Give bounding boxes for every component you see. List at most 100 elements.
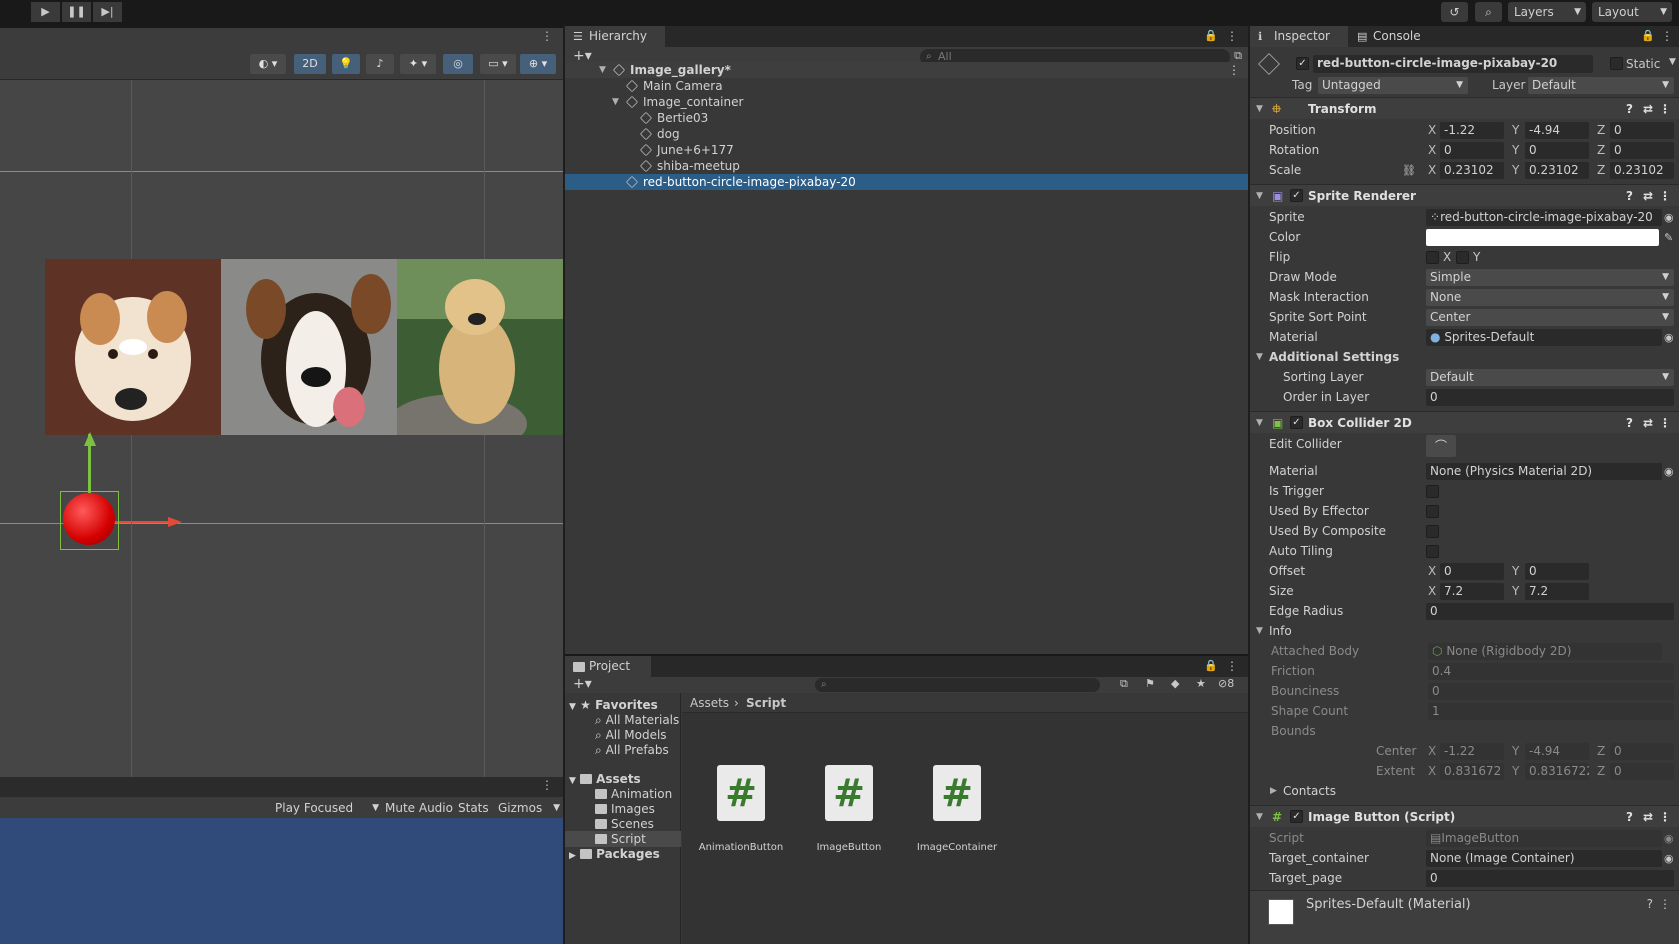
transform-header[interactable]: ▼ ⯐ Transform ? ⇄ ⋮ bbox=[1250, 97, 1679, 119]
favorite-all-prefabs[interactable]: ⌕ All Prefabs bbox=[595, 742, 669, 758]
gizmo-arrow-right-icon[interactable] bbox=[168, 517, 182, 527]
scene-visibility-icon[interactable]: ⧉ bbox=[1234, 49, 1242, 63]
chevron-down-icon[interactable]: ▼ bbox=[1669, 57, 1676, 67]
hierarchy-item-dog[interactable]: dog bbox=[565, 126, 1248, 142]
folder-images[interactable]: Images bbox=[595, 801, 655, 817]
sprite-sort-point-dropdown[interactable]: Center ▼ bbox=[1426, 309, 1674, 326]
mute-audio-toggle[interactable]: Mute Audio bbox=[385, 800, 453, 816]
folder-animation[interactable]: Animation bbox=[595, 786, 672, 802]
box-collider-header[interactable]: ▼ ▣ ✓ Box Collider 2D ? ⇄ ⋮ bbox=[1250, 411, 1679, 433]
mask-interaction-dropdown[interactable]: None ▼ bbox=[1426, 289, 1674, 306]
scene-image-shiba[interactable] bbox=[45, 259, 221, 435]
hidden-packages-icon[interactable]: ⊘8 bbox=[1218, 677, 1234, 690]
expand-arrow-icon[interactable]: ▼ bbox=[612, 94, 619, 110]
static-checkbox[interactable] bbox=[1610, 57, 1623, 70]
used-by-effector-checkbox[interactable] bbox=[1426, 505, 1439, 518]
hierarchy-item-scene[interactable]: ▼ Image_gallery* ⋮ bbox=[565, 62, 1248, 78]
asset-animation-button[interactable]: # AnimationButton bbox=[686, 765, 796, 853]
scene-image-dog[interactable] bbox=[221, 259, 397, 435]
hierarchy-item-image-container[interactable]: ▼ Image_container bbox=[565, 94, 1248, 110]
search-by-type-icon[interactable]: ⧉ bbox=[1120, 677, 1128, 691]
position-x-field[interactable]: -1.22 bbox=[1440, 122, 1504, 139]
enabled-checkbox[interactable]: ✓ bbox=[1290, 416, 1303, 429]
size-y-field[interactable]: 7.2 bbox=[1525, 583, 1589, 600]
effects-dropdown[interactable]: ✦ ▾ bbox=[400, 54, 436, 74]
color-swatch-field[interactable] bbox=[1426, 229, 1659, 246]
rotation-y-field[interactable]: 0 bbox=[1525, 142, 1589, 159]
is-trigger-checkbox[interactable] bbox=[1426, 485, 1439, 498]
play-focused-dropdown[interactable]: Play Focused ▼ bbox=[275, 800, 379, 816]
more-options-icon[interactable]: ⋮ bbox=[541, 29, 553, 43]
label-icon[interactable]: ◆ bbox=[1171, 677, 1179, 690]
active-checkbox[interactable]: ✓ bbox=[1296, 57, 1309, 70]
used-by-composite-checkbox[interactable] bbox=[1426, 525, 1439, 538]
visibility-toggle[interactable]: ◎ bbox=[443, 54, 473, 74]
hierarchy-item-main-camera[interactable]: Main Camera bbox=[565, 78, 1248, 94]
lighting-toggle[interactable]: 💡 bbox=[332, 54, 360, 74]
gizmos-dropdown[interactable]: ⊕ ▾ bbox=[520, 54, 556, 74]
sorting-layer-dropdown[interactable]: Default ▼ bbox=[1426, 369, 1674, 386]
position-y-field[interactable]: -4.94 bbox=[1525, 122, 1589, 139]
hierarchy-item-bertie03[interactable]: Bertie03 bbox=[565, 110, 1248, 126]
help-icon[interactable]: ? bbox=[1626, 185, 1633, 207]
hierarchy-item-red-button[interactable]: red-button-circle-image-pixabay-20 bbox=[565, 174, 1248, 190]
tab-hierarchy[interactable]: ☰ Hierarchy bbox=[565, 26, 665, 47]
tab-inspector[interactable]: ℹ Inspector bbox=[1250, 26, 1348, 47]
more-options-icon[interactable]: ⋮ bbox=[1659, 185, 1671, 207]
layer-dropdown[interactable]: Default ▼ bbox=[1528, 77, 1674, 94]
auto-tiling-checkbox[interactable] bbox=[1426, 545, 1439, 558]
physics-material-field[interactable]: None (Physics Material 2D) bbox=[1426, 463, 1662, 480]
offset-y-field[interactable]: 0 bbox=[1525, 563, 1589, 580]
more-options-icon[interactable]: ⋮ bbox=[1659, 98, 1671, 120]
gizmos-toggle[interactable]: Gizmos ▼ bbox=[498, 800, 560, 816]
more-options-icon[interactable]: ⋮ bbox=[1661, 29, 1673, 43]
flip-y-checkbox[interactable] bbox=[1456, 251, 1469, 264]
hierarchy-item-june[interactable]: June+6+177 bbox=[565, 142, 1248, 158]
material-object-field[interactable]: ● Sprites-Default bbox=[1426, 329, 1662, 346]
undo-history-button[interactable]: ↺ bbox=[1441, 2, 1468, 22]
shading-mode-dropdown[interactable]: ◐ ▾ bbox=[250, 54, 286, 74]
edit-collider-button[interactable]: ⌒ bbox=[1426, 435, 1456, 457]
folder-scenes[interactable]: Scenes bbox=[595, 816, 654, 832]
object-picker-icon[interactable]: ◉ bbox=[1664, 462, 1674, 481]
hierarchy-item-shiba-meetup[interactable]: shiba-meetup bbox=[565, 158, 1248, 174]
rotation-z-field[interactable]: 0 bbox=[1610, 142, 1674, 159]
folder-script[interactable]: Script bbox=[565, 831, 681, 847]
additional-settings-row[interactable]: ▼ Additional Settings bbox=[1250, 348, 1679, 367]
more-options-icon[interactable]: ⋮ bbox=[1226, 29, 1238, 43]
more-options-icon[interactable]: ⋮ bbox=[1659, 897, 1671, 911]
more-options-icon[interactable]: ⋮ bbox=[1659, 412, 1671, 434]
assets-root[interactable]: ▼ Assets bbox=[569, 771, 641, 787]
search-button[interactable]: ⌕ bbox=[1475, 2, 1502, 22]
tab-console[interactable]: ▤ Console bbox=[1349, 26, 1435, 47]
sprite-object-field[interactable]: ⁘red-button-circle-image-pixabay-20 bbox=[1426, 209, 1662, 226]
scene-image-golden-retriever[interactable] bbox=[397, 259, 563, 435]
object-name-field[interactable]: red-button-circle-image-pixabay-20 bbox=[1313, 55, 1593, 73]
scene-view[interactable]: ⋮ ◐ ▾ 2D 💡 ♪ ✦ ▾ ◎ ▭ ▾ ⊕ ▾ bbox=[0, 28, 563, 777]
filter-icon[interactable]: ⚑ bbox=[1145, 677, 1155, 690]
expand-arrow-icon[interactable]: ▼ bbox=[599, 62, 606, 78]
favorite-all-models[interactable]: ⌕ All Models bbox=[595, 727, 667, 743]
play-button[interactable]: ▶ bbox=[31, 2, 60, 22]
tag-dropdown[interactable]: Untagged ▼ bbox=[1318, 77, 1468, 94]
position-z-field[interactable]: 0 bbox=[1610, 122, 1674, 139]
flip-x-checkbox[interactable] bbox=[1426, 251, 1439, 264]
target-container-field[interactable]: None (Image Container) bbox=[1426, 850, 1662, 867]
draw-mode-dropdown[interactable]: Simple ▼ bbox=[1426, 269, 1674, 286]
more-options-icon[interactable]: ⋮ bbox=[541, 778, 553, 792]
packages-root[interactable]: ▶ Packages bbox=[569, 846, 660, 862]
scale-y-field[interactable]: 0.23102 bbox=[1525, 162, 1589, 179]
favorites-header[interactable]: ▼ ★ Favorites bbox=[569, 697, 658, 713]
step-button[interactable]: ▶| bbox=[93, 2, 122, 22]
help-icon[interactable]: ? bbox=[1626, 98, 1633, 120]
order-in-layer-field[interactable]: 0 bbox=[1426, 389, 1674, 406]
project-search-input[interactable]: ⌕ bbox=[815, 678, 1100, 692]
contacts-foldout[interactable]: ▶ Contacts bbox=[1250, 782, 1679, 801]
lock-icon[interactable]: 🔒 bbox=[1641, 29, 1655, 42]
lock-icon[interactable]: 🔒 bbox=[1204, 29, 1218, 42]
breadcrumb-script[interactable]: Script bbox=[746, 696, 786, 710]
enabled-checkbox[interactable]: ✓ bbox=[1290, 189, 1303, 202]
gameobject-cube-icon[interactable] bbox=[1258, 53, 1280, 75]
game-render-area[interactable] bbox=[0, 818, 563, 944]
breadcrumb-assets[interactable]: Assets bbox=[690, 696, 729, 710]
